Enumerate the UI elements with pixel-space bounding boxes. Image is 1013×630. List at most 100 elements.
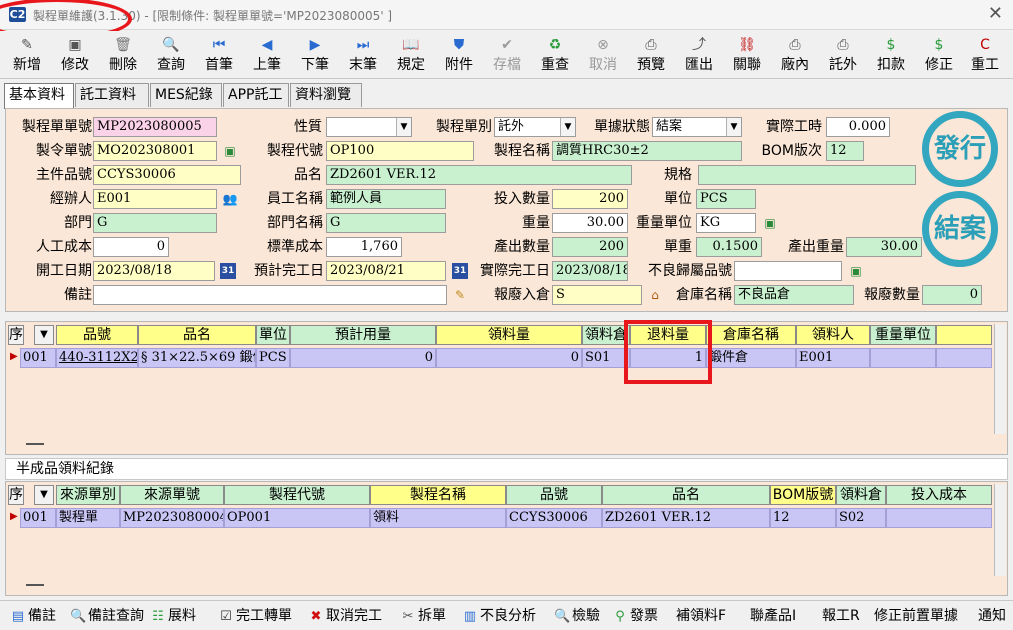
toolbar-check-button[interactable]: ✔ 存檔 (484, 33, 530, 77)
toolbar-factory-button[interactable]: ⎙ 廠內 (772, 33, 818, 77)
pencil-icon[interactable]: ✎ (452, 287, 468, 303)
bottom-split-button[interactable]: ✂ 拆單 (400, 606, 446, 626)
col-src-no[interactable]: 來源單號 (120, 485, 224, 505)
main-part-field[interactable]: CCYS30006 (93, 165, 241, 185)
toolbar-prev-button[interactable]: ◀ 上筆 (244, 33, 290, 77)
col-issue-wh[interactable]: 領料倉 (582, 325, 630, 345)
doc-status-select[interactable]: 結案 ▼ (652, 117, 742, 137)
output-qty-field[interactable]: 200 (552, 237, 628, 257)
toolbar-export-button[interactable]: ⤴ 匯出 (676, 33, 722, 77)
dept-name-field[interactable]: G (326, 213, 446, 233)
tab-basic[interactable]: 基本資料 (4, 83, 74, 109)
cell-wh[interactable]: S02 (836, 508, 886, 528)
toolbar-last-button[interactable]: ⏭ 末筆 (340, 33, 386, 77)
col-seq[interactable]: 序 (8, 485, 24, 505)
col-name[interactable]: 品名 (138, 325, 256, 345)
col-picker[interactable]: 領料人 (796, 325, 870, 345)
emp-name-field[interactable]: 範例人員 (326, 189, 446, 209)
plan-end-field[interactable]: 2023/08/21 (326, 261, 446, 281)
cell-part[interactable]: 440-3112X22 (56, 348, 138, 368)
process-name-field[interactable]: 調質HRC30±2 (552, 141, 742, 161)
cell-src-no[interactable]: MP2023080004 (120, 508, 224, 528)
bom-ver-field[interactable]: 12 (826, 141, 864, 161)
cell-issue-wh[interactable]: S01 (582, 348, 630, 368)
tab-app[interactable]: APP託工 (223, 83, 289, 107)
scrap-qty-field[interactable]: 0 (922, 285, 982, 305)
sort-arrow-icon[interactable]: ▼ (34, 485, 54, 505)
labor-cost-field[interactable]: 0 (93, 237, 169, 257)
cell-issue-qty[interactable]: 0 (436, 348, 582, 368)
cell-seq[interactable]: 001 (20, 508, 56, 528)
col-unit[interactable]: 單位 (256, 325, 290, 345)
close-stamp[interactable]: 結案 (922, 191, 998, 267)
calendar-icon[interactable]: 31 (220, 263, 236, 279)
col-cost[interactable]: 投入成本 (886, 485, 992, 505)
sort-arrow-icon[interactable]: ▼ (34, 325, 54, 345)
cell-return-qty[interactable]: 1 (630, 348, 706, 368)
col-wh-name[interactable]: 倉庫名稱 (706, 325, 796, 345)
unit-weight-field[interactable]: 0.1500 (696, 237, 762, 257)
item-name-field[interactable]: ZD2601 VER.12 (326, 165, 632, 185)
cell-wh-name[interactable]: 鍛件倉 (706, 348, 796, 368)
close-icon[interactable]: ✕ (988, 3, 1003, 24)
input-qty-field[interactable]: 200 (552, 189, 628, 209)
mp-no-field[interactable]: MP2023080005 (93, 117, 217, 137)
bottom-action-10-button[interactable]: 聯產品I (750, 606, 796, 626)
toolbar-shield-button[interactable]: ⛊ 附件 (436, 33, 482, 77)
process-code-field[interactable]: OP100 (326, 141, 474, 161)
bottom-cancel-complete-button[interactable]: ✖ 取消完工 (308, 606, 382, 626)
wh-name-field[interactable]: 不良品倉 (734, 285, 854, 305)
col-return-qty[interactable]: 退料量 (630, 325, 706, 345)
bottom-invoice-button[interactable]: ⚲ 發票 (612, 606, 658, 626)
vertical-scrollbar[interactable] (994, 324, 1006, 434)
cell-unit[interactable]: PCS (256, 348, 290, 368)
scrap-wh-field[interactable]: S (552, 285, 642, 305)
toolbar-dollar-button[interactable]: $ 扣款 (868, 33, 914, 77)
bottom-inspect-button[interactable]: 🔍 檢驗 (554, 606, 600, 626)
mp-type-select[interactable]: 託外 ▼ (494, 117, 576, 137)
bottom-action-11-button[interactable]: 報工R (822, 606, 860, 626)
toolbar-print-preview-button[interactable]: ⎙ 預覽 (628, 33, 674, 77)
col-name[interactable]: 品名 (602, 485, 770, 505)
toolbar-next-button[interactable]: ▶ 下筆 (292, 33, 338, 77)
toolbar-refresh-button[interactable]: ♻ 重查 (532, 33, 578, 77)
col-seq[interactable]: 序 (8, 325, 24, 345)
toolbar-new-doc-button[interactable]: ✎ 新增 (4, 33, 50, 77)
bottom-action-9-button[interactable]: 補領料F (676, 606, 726, 626)
toolbar-rework-button[interactable]: C 重工 (962, 33, 1008, 77)
cell-cost[interactable] (886, 508, 992, 528)
cell-part[interactable]: CCYS30006 (506, 508, 602, 528)
std-cost-field[interactable]: 1,760 (326, 237, 402, 257)
toolbar-trash-button[interactable]: 🗑 刪除 (100, 33, 146, 77)
toolbar-cancel-button[interactable]: ⊗ 取消 (580, 33, 626, 77)
toolbar-edit-button[interactable]: ▣ 修改 (52, 33, 98, 77)
lookup-icon[interactable]: ▣ (222, 143, 238, 159)
defect-part-field[interactable] (734, 261, 842, 281)
cell-picker[interactable]: E001 (796, 348, 870, 368)
toolbar-link-button[interactable]: ⛓ 關聯 (724, 33, 770, 77)
col-src-type[interactable]: 來源單別 (56, 485, 120, 505)
bottom-action-13-button[interactable]: 通知 (978, 606, 1006, 626)
bottom-action-12-button[interactable]: 修正前置單據 (874, 606, 958, 626)
col-bom[interactable]: BOM版號 (770, 485, 836, 505)
cell-seq[interactable]: 001 (20, 348, 56, 368)
warehouse-icon[interactable]: ⌂ (647, 287, 663, 303)
vertical-scrollbar[interactable] (994, 484, 1006, 576)
col-part[interactable]: 品號 (56, 325, 138, 345)
cell-plan-qty[interactable]: 0 (290, 348, 436, 368)
col-proc-name[interactable]: 製程名稱 (370, 485, 506, 505)
note-field[interactable] (93, 285, 447, 305)
col-part[interactable]: 品號 (506, 485, 602, 505)
tab-browse[interactable]: 資料瀏覽 (290, 83, 362, 107)
spec-field[interactable] (698, 165, 916, 185)
dept-field[interactable]: G (93, 213, 217, 233)
cell-name[interactable]: ZD2601 VER.12 (602, 508, 770, 528)
cell-proc-name[interactable]: 領料 (370, 508, 506, 528)
cell-weight-unit[interactable] (870, 348, 936, 368)
calendar-icon[interactable]: 31 (452, 263, 468, 279)
cell-extra[interactable] (936, 348, 992, 368)
bottom-transfer-button[interactable]: ☑ 完工轉單 (218, 606, 292, 626)
col-proc-code[interactable]: 製程代號 (224, 485, 370, 505)
cell-src-type[interactable]: 製程單 (56, 508, 120, 528)
nature-select[interactable]: ▼ (326, 117, 412, 137)
